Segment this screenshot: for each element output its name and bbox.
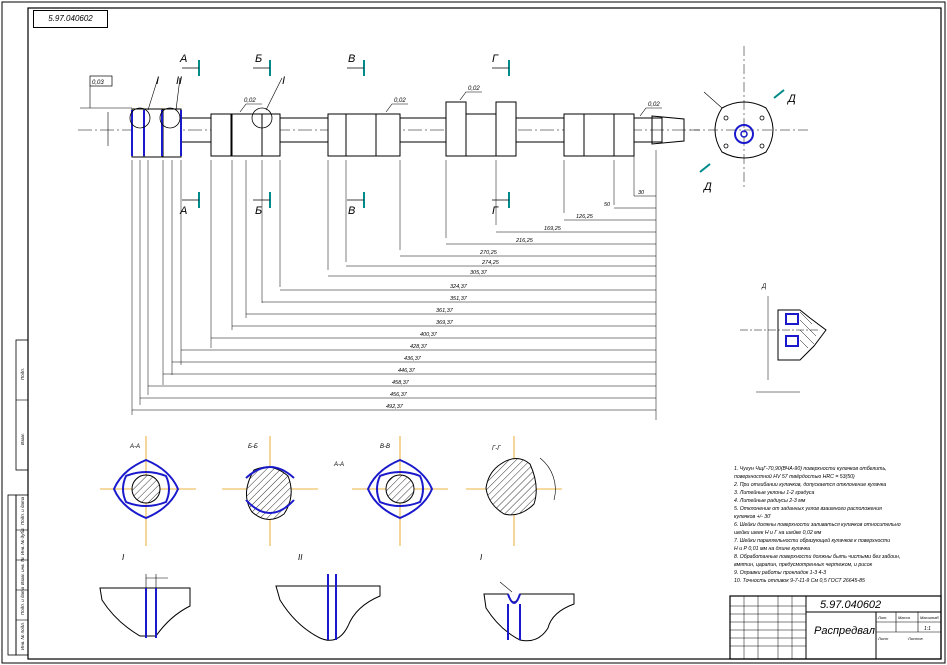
tolerance-1: 0,03 (92, 80, 104, 86)
side-label-7: Инв. № подл. (20, 622, 25, 650)
side-label-6: Подп. и дата (20, 586, 25, 615)
dim-8: 305,37 (470, 270, 488, 276)
section-label-g-top: Г (492, 53, 499, 65)
sheets-label: Листов (907, 636, 923, 641)
note-7: кулачков +/- 30' (734, 514, 772, 520)
lit-label: Лит. (877, 615, 887, 620)
cam-section-g: Г-Г (466, 436, 562, 546)
technical-notes: 1. Чугун ЧщГ-70,90(ВЧА-90) поверхности к… (733, 466, 901, 584)
side-label-1: Подп. (20, 368, 25, 380)
tolerance-5: 0,02 (648, 102, 660, 108)
dim-11: 361,37 (436, 308, 454, 314)
section-label-b-bot: Б (255, 205, 262, 217)
detail-view-d: Д (740, 284, 827, 393)
tolerance-2: 0,02 (244, 98, 256, 104)
dim-16: 446,37 (398, 368, 416, 374)
note-15: 10. Точность отливок 9-7-11-9 См 0,5 ГОС… (734, 578, 865, 584)
side-label-5: Взам. инв. № (20, 557, 25, 585)
dim-19: 492,37 (386, 404, 404, 410)
scale-label: Масштаб (920, 615, 939, 620)
dim-14: 428,37 (410, 344, 428, 350)
cams-journals (131, 101, 635, 158)
section-label-g-bot: Г (492, 205, 499, 217)
note-1: 1. Чугун ЧщГ-70,90(ВЧА-90) поверхности к… (734, 466, 887, 472)
section-label-b-top: Б (255, 53, 262, 65)
dim-18: 456,37 (390, 392, 408, 398)
view-label-d-2: Д (702, 181, 712, 193)
cam-section-v: В-В (352, 436, 448, 546)
dimension-texts: 30 50 126,25 169,25 216,25 270,25 274,25… (386, 190, 645, 410)
detail-ii-label: II (298, 553, 303, 562)
doc-code: 5.97.040602 (820, 599, 881, 611)
dim-17: 458,37 (392, 380, 410, 386)
dim-13: 400,37 (420, 332, 438, 338)
section-label-v-bot: В (348, 205, 355, 217)
view-label-d-1: Д (786, 93, 796, 105)
detail-i: I (99, 553, 191, 638)
note-13: вмятин, царапин, предусмотренных чертежо… (734, 562, 873, 568)
note-4: 3. Литейные уклоны 1-2 градуса (734, 489, 815, 496)
detail-title: Д (761, 284, 767, 290)
cam-label-v: В-В (380, 444, 390, 450)
section-label-a-top: А (179, 53, 187, 65)
section-label-a-bot: А (179, 205, 187, 217)
note-5: 4. Литейные радиусы 2-3 мм (734, 497, 806, 504)
side-label-4: Инв. № дубл. (20, 527, 25, 555)
note-11: Н и Р 0,01 мм на длине кулачка (734, 546, 810, 552)
cam-label-g: Г-Г (492, 446, 501, 452)
dim-4: 169,25 (544, 226, 562, 232)
side-stamp: Подп. Взам. Подп. и дата Инв. № дубл. Вз… (7, 339, 29, 656)
cam-sections: A-A Б-Б A-A В-В Г-Г (100, 436, 562, 546)
mass-label: Масса (898, 615, 911, 620)
detail-iii-label: I (480, 553, 483, 562)
note-14: 9. Оправки работы прокладок 1-3 4-3 (734, 570, 826, 576)
note-12: 8. Обработанные поверхности должны быть … (734, 554, 900, 560)
note-10: 7. Шейки параллельности образующей кулач… (734, 537, 890, 544)
dim-7: 274,25 (481, 260, 500, 266)
note-3: 2. При отгибании кулачков, допускается о… (733, 482, 886, 488)
cam-section-b: Б-Б (222, 436, 318, 546)
dim-12: 369,37 (436, 320, 454, 326)
cam-label-aa-mid: A-A (333, 462, 344, 468)
camshaft-main-view: I II I 0,03 0,02 0,02 0,02 0,02 А Б В Г … (78, 53, 700, 217)
dim-15: 436,37 (404, 356, 422, 362)
scale-value: 1:1 (924, 626, 931, 632)
cam-section-a: A-A (100, 436, 196, 546)
note-8: 6. Шейки должны поверхности заливаться к… (734, 521, 901, 528)
side-label-2: Взам. (20, 433, 25, 445)
detail-label-II: II (176, 75, 182, 87)
detail-sections: I II I (99, 553, 575, 642)
dim-2: 50 (604, 202, 611, 208)
side-label-3: Подп. и дата (20, 496, 25, 525)
end-view: Д Д (690, 46, 808, 193)
tolerance-4: 0,02 (468, 86, 480, 92)
drawing-sheet: Подп. Взам. Подп. и дата Инв. № дубл. Вз… (1, 1, 946, 664)
dim-1: 30 (638, 190, 645, 196)
note-6: 5. Отклонение от заданных углов взаимног… (734, 506, 882, 512)
detail-label-I: I (156, 75, 159, 87)
detail-i-label: I (122, 553, 125, 562)
dim-6: 270,25 (479, 250, 498, 256)
cam-label-b: Б-Б (248, 444, 258, 450)
section-label-v-top: В (348, 53, 355, 65)
detail-ii: II (275, 553, 381, 641)
detail-iii: I (480, 553, 575, 642)
cam-label-a: A-A (129, 444, 140, 450)
dim-10: 351,37 (450, 296, 468, 302)
dim-9: 324,37 (450, 284, 468, 290)
note-9: шейки шеек Н и Г на шейке 0,02 мм (734, 529, 822, 536)
dim-3: 126,25 (576, 214, 594, 220)
dim-5: 216,25 (515, 238, 534, 244)
part-title: Распредвал (814, 625, 875, 637)
detail-label-III: I (282, 75, 285, 87)
tolerance-3: 0,02 (394, 98, 406, 104)
note-2: поверхностной HV 57 твёрдостью HRC = 53(… (734, 473, 855, 480)
sheet-label: Лист (877, 636, 889, 641)
